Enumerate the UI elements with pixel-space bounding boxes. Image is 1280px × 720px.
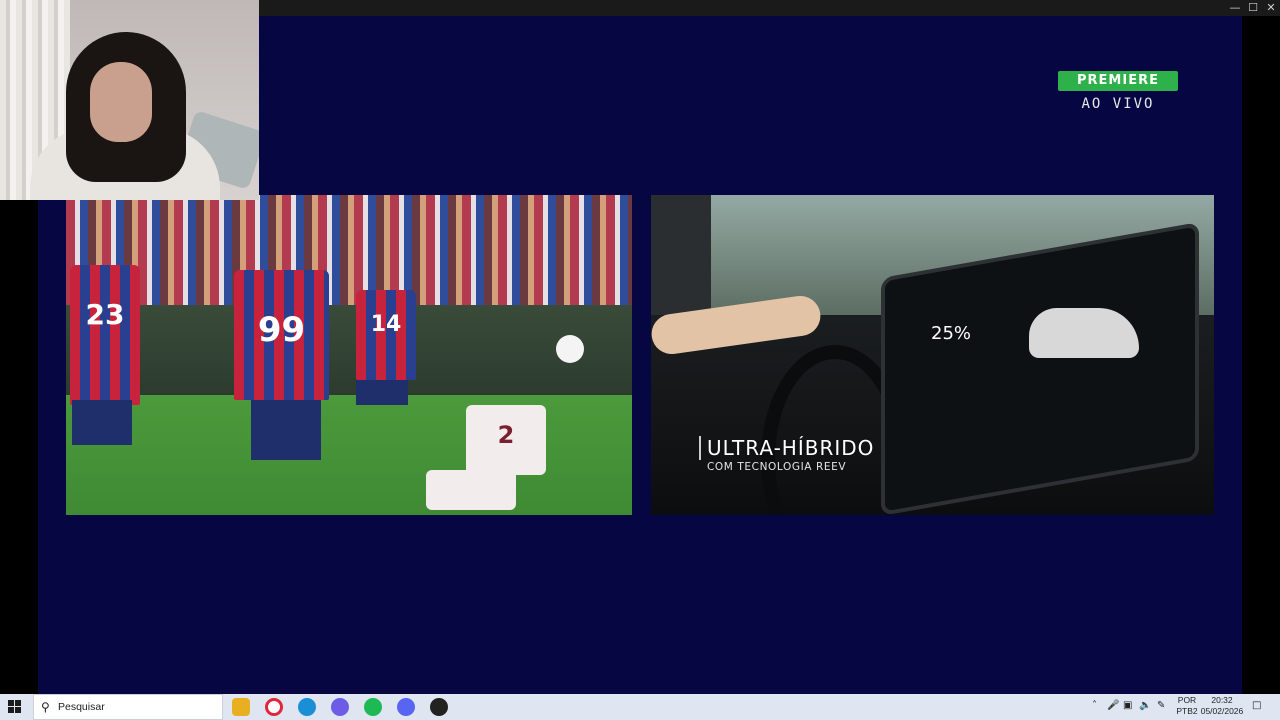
live-indicator: AO VIVO bbox=[1081, 96, 1155, 112]
player-jersey: 14 bbox=[356, 290, 416, 380]
clock-time: 20:32 bbox=[1211, 695, 1233, 705]
copilot-icon[interactable] bbox=[331, 698, 349, 716]
spotify-icon[interactable] bbox=[364, 698, 382, 716]
battery-percent: 25% bbox=[931, 323, 972, 344]
stadium-wall bbox=[66, 305, 632, 395]
player-jersey: 23 bbox=[70, 265, 140, 405]
match-video[interactable]: 23 99 14 2 bbox=[66, 195, 632, 515]
car-image bbox=[1029, 308, 1139, 358]
language-indicator[interactable]: POR PTB2 bbox=[1176, 695, 1198, 717]
search-icon: ⚲ bbox=[41, 700, 50, 714]
network-icon[interactable]: ▣ bbox=[1123, 700, 1132, 711]
discord-icon[interactable] bbox=[397, 698, 415, 716]
ad-video[interactable]: 25% ULTRA-HÍBRIDO COM TECNOLOGIA REEV bbox=[651, 195, 1214, 515]
close-icon[interactable]: ✕ bbox=[1262, 1, 1280, 15]
maximize-icon[interactable]: ☐ bbox=[1244, 1, 1262, 15]
player-jersey: 2 bbox=[466, 405, 546, 475]
app-icon[interactable] bbox=[430, 698, 448, 716]
notification-icon[interactable]: □ bbox=[1252, 700, 1261, 711]
volume-icon[interactable]: 🔈 bbox=[1139, 700, 1151, 711]
ball bbox=[556, 335, 584, 363]
chevron-up-icon[interactable]: ˄ bbox=[1092, 700, 1097, 711]
player-jersey: 99 bbox=[234, 270, 329, 400]
letterbox-right bbox=[1242, 16, 1280, 694]
taskbar: ⚲ Pesquisar ˄ 🎤 ▣ 🔈 ✎ POR PTB2 20:32 05/… bbox=[0, 694, 1280, 720]
clock-date: 05/02/2026 bbox=[1200, 706, 1244, 716]
clock[interactable]: 20:32 05/02/2026 bbox=[1200, 695, 1244, 717]
stadium-crowd bbox=[66, 195, 632, 305]
player-shorts bbox=[251, 400, 321, 460]
ad-title: ULTRA-HÍBRIDO bbox=[699, 436, 874, 460]
person-face bbox=[90, 62, 152, 142]
ad-subtitle: COM TECNOLOGIA REEV bbox=[707, 461, 847, 473]
taskbar-search[interactable]: ⚲ Pesquisar bbox=[33, 694, 223, 720]
player-shorts bbox=[356, 380, 408, 405]
microphone-icon[interactable]: 🎤 bbox=[1107, 700, 1119, 711]
windows-start-icon[interactable] bbox=[8, 700, 22, 714]
pen-icon[interactable]: ✎ bbox=[1157, 700, 1165, 711]
webcam-overlay bbox=[0, 0, 259, 200]
player-shorts bbox=[72, 400, 132, 445]
file-explorer-icon[interactable] bbox=[232, 698, 250, 716]
player-body bbox=[426, 470, 516, 510]
search-placeholder: Pesquisar bbox=[58, 701, 105, 713]
language-line1: POR bbox=[1177, 695, 1197, 705]
pitch bbox=[66, 395, 632, 515]
minimize-icon[interactable]: — bbox=[1226, 1, 1244, 15]
channel-logo: PREMIERE bbox=[1058, 71, 1178, 91]
language-line2: PTB2 bbox=[1176, 706, 1198, 716]
opera-icon[interactable] bbox=[265, 698, 283, 716]
edge-icon[interactable] bbox=[298, 698, 316, 716]
